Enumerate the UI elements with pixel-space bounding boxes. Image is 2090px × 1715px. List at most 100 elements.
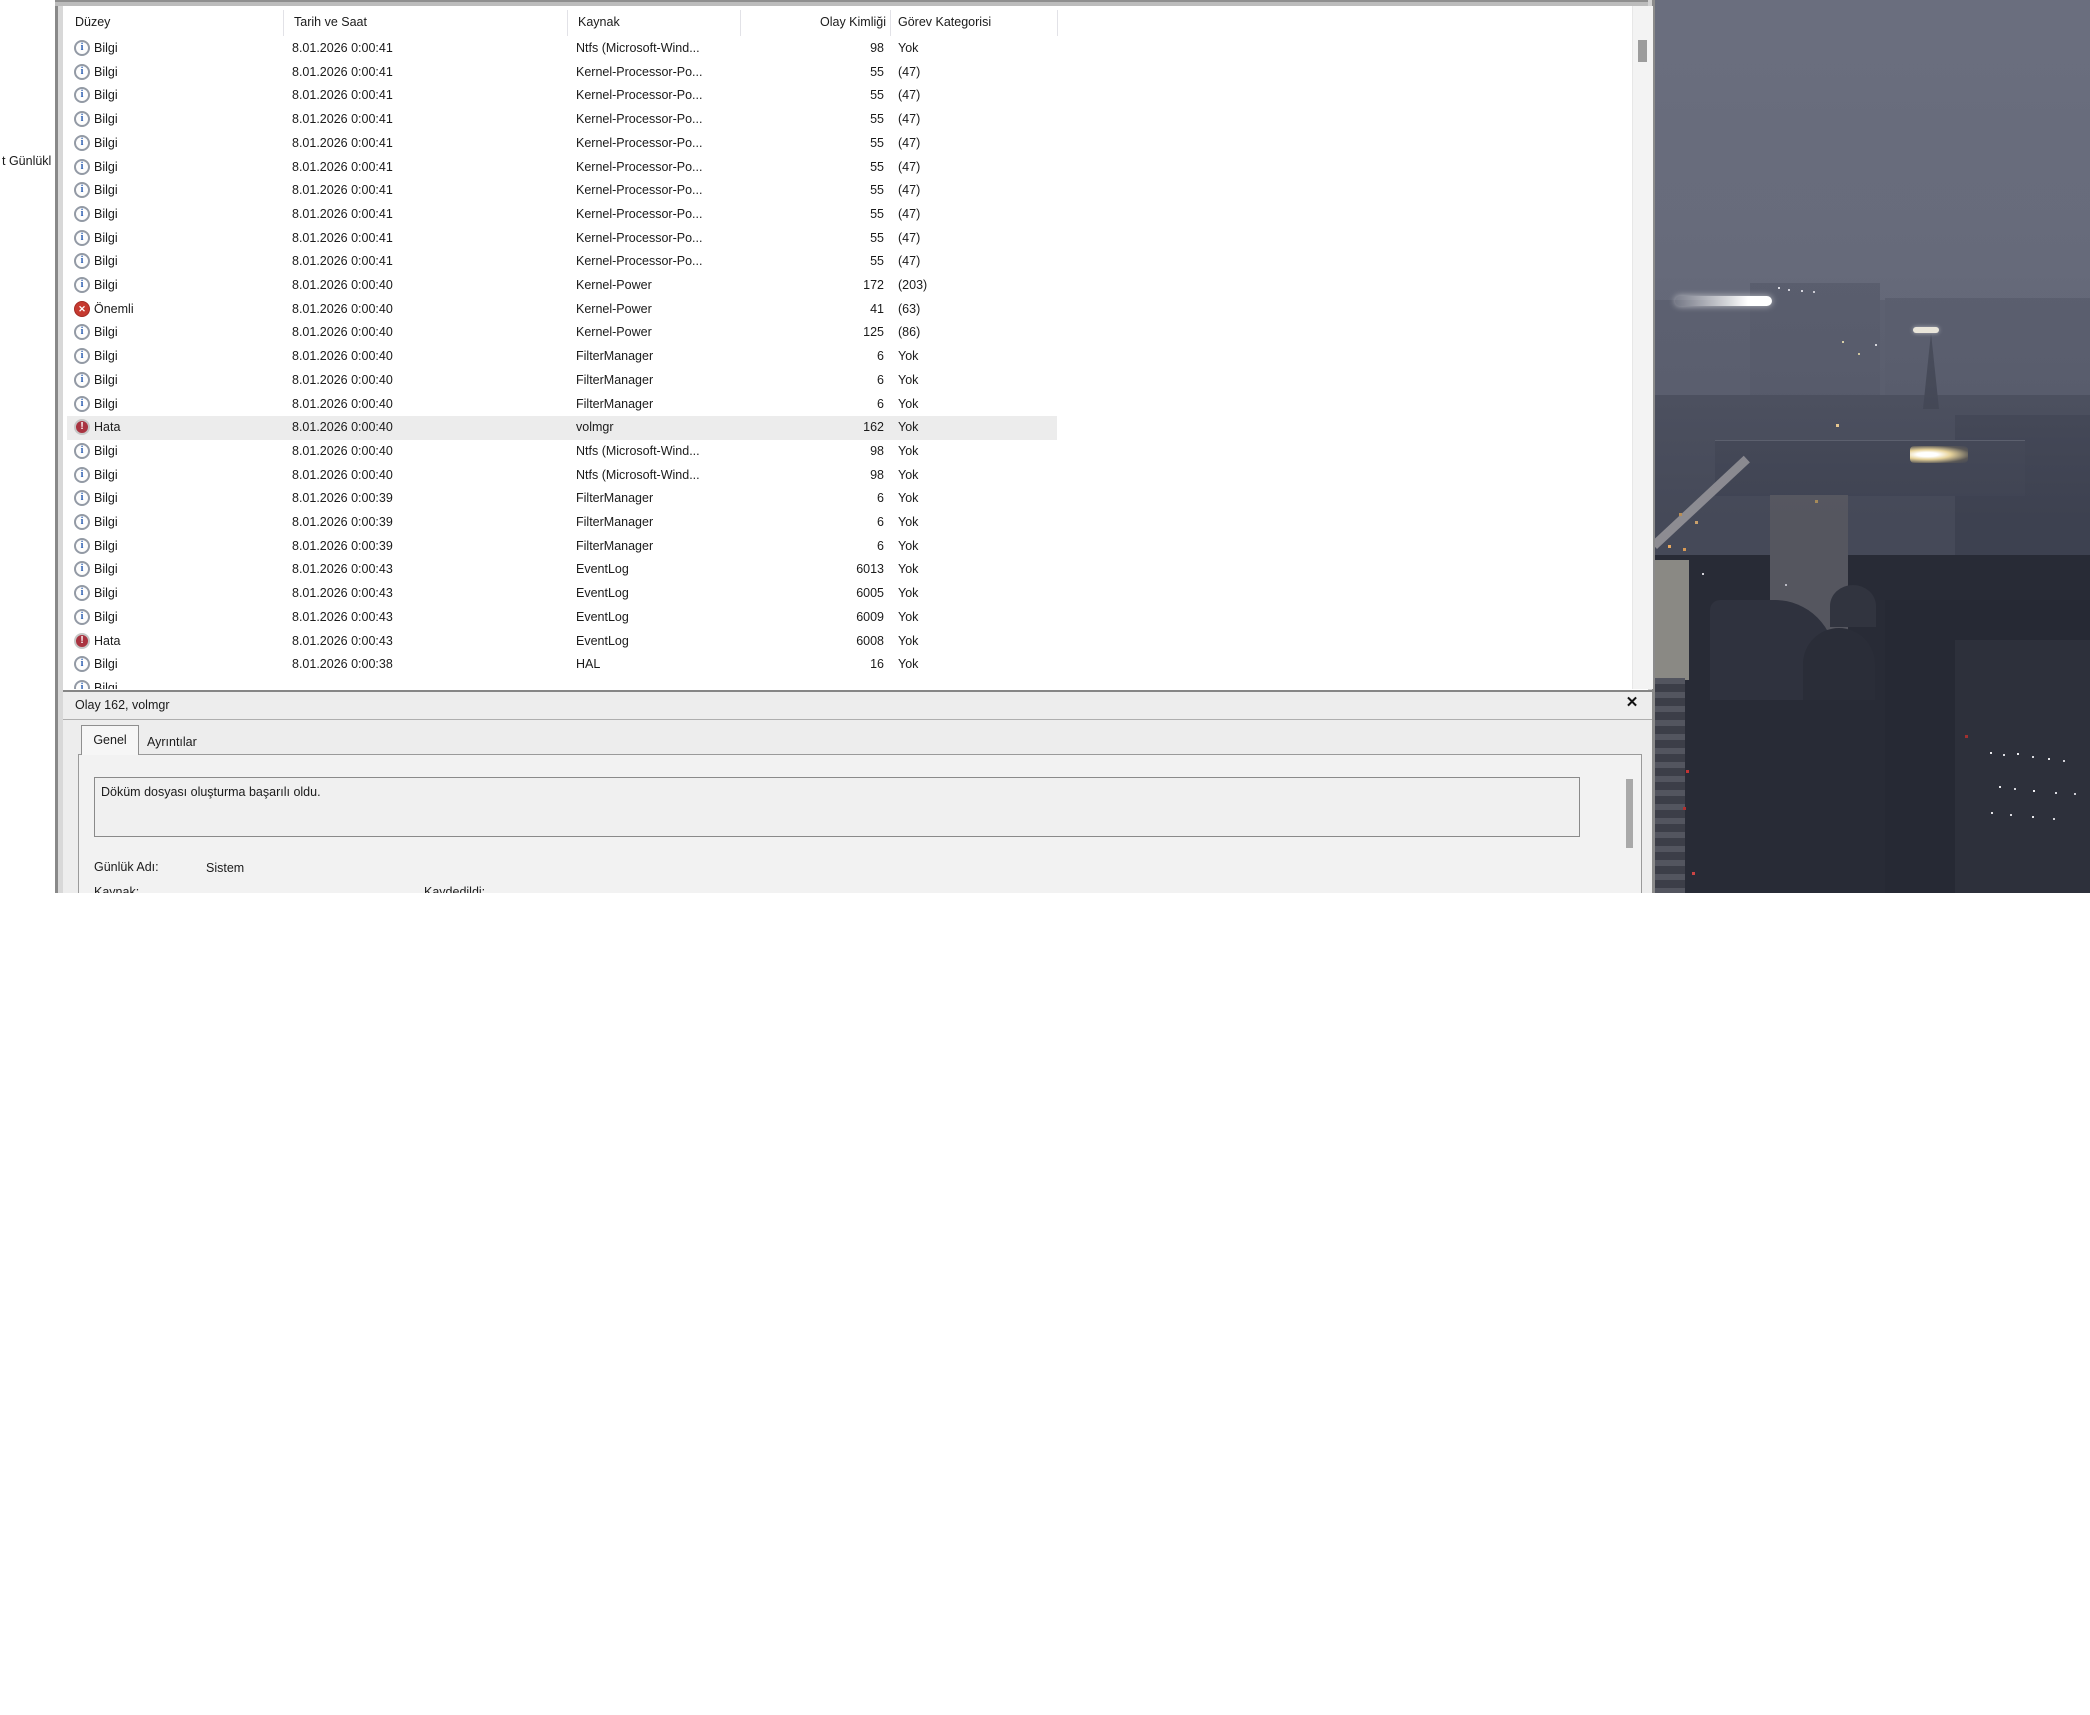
console-tree-fragment[interactable]: t Günlükl	[2, 154, 51, 168]
table-row[interactable]: i Bilgi 8.01.2026 0:00:41 Kernel-Processor-…	[63, 61, 1057, 85]
cell-date: 8.01.2026 0:00:41	[292, 88, 393, 103]
cell-cat: (47)	[898, 230, 921, 245]
cell-source: FilterManager	[576, 372, 654, 387]
cell-cat: (63)	[898, 301, 921, 316]
table-row[interactable]: i Bilgi	[63, 677, 1057, 689]
cell-id: 6013	[856, 562, 884, 577]
pane-scrollbar-thumb[interactable]	[1626, 779, 1633, 848]
event-preview-pane: Olay 162, volmgr ✕ Genel Ayrıntılar Dökü…	[63, 690, 1652, 893]
info-icon: i	[74, 253, 90, 270]
column-divider[interactable]	[567, 10, 568, 36]
table-row[interactable]: i Bilgi 8.01.2026 0:00:41 Kernel-Processor-…	[63, 203, 1057, 227]
table-row[interactable]: i Bilgi 8.01.2026 0:00:39 FilterManager 6 Yok	[63, 511, 1057, 535]
table-row[interactable]: i Bilgi 8.01.2026 0:00:40 Ntfs (Microsoft-W…	[63, 440, 1057, 464]
cell-level: Bilgi	[94, 491, 118, 506]
table-row[interactable]: i Bilgi 8.01.2026 0:00:41 Kernel-Processor-…	[63, 132, 1057, 156]
table-row[interactable]: i Bilgi 8.01.2026 0:00:40 Kernel-Power 125 (8…	[63, 321, 1057, 345]
field-value-log-name: Sistem	[206, 861, 245, 875]
tab-general[interactable]: Genel	[81, 725, 139, 755]
column-header-source[interactable]: Kaynak	[578, 15, 620, 30]
cell-cat: Yok	[898, 538, 919, 553]
cell-source: Kernel-Processor-Po...	[576, 183, 703, 198]
info-icon: i	[74, 87, 90, 104]
cell-level: Bilgi	[94, 372, 118, 387]
column-header-event-id[interactable]: Olay Kimliği	[703, 15, 886, 30]
table-row[interactable]: i Bilgi 8.01.2026 0:00:41 Ntfs (Microsoft-W…	[63, 37, 1057, 61]
table-row[interactable]: i Bilgi 8.01.2026 0:00:40 Kernel-Power 172 (2…	[63, 274, 1057, 298]
cell-cat: (203)	[898, 278, 928, 292]
column-header-date[interactable]: Tarih ve Saat	[294, 15, 367, 30]
cell-date: 8.01.2026 0:00:43	[292, 586, 393, 601]
cell-source: HAL	[576, 657, 601, 672]
table-row[interactable]: i Bilgi 8.01.2026 0:00:43 EventLog 6005 Yok	[63, 582, 1057, 606]
cell-date: 8.01.2026 0:00:43	[292, 562, 393, 577]
table-row[interactable]: i Bilgi 8.01.2026 0:00:40 Ntfs (Microsoft-W…	[63, 464, 1057, 488]
column-divider[interactable]	[1057, 10, 1058, 36]
column-divider[interactable]	[283, 10, 284, 36]
table-row[interactable]: i Bilgi 8.01.2026 0:00:41 Kernel-Processor-…	[63, 108, 1057, 132]
column-divider[interactable]	[890, 10, 891, 36]
field-label-logged-clipped: Kaydedildi:	[424, 885, 486, 893]
cell-id: 55	[870, 254, 884, 269]
cell-id: 98	[870, 443, 884, 458]
cell-level: Bilgi	[94, 183, 118, 198]
info-icon: i	[74, 134, 90, 151]
table-row[interactable]: ✕ Önemli 8.01.2026 0:00:40 Kernel-Power 41 (6…	[63, 298, 1057, 322]
table-row[interactable]: i Bilgi 8.01.2026 0:00:41 Kernel-Processor-…	[63, 179, 1057, 203]
column-divider[interactable]	[740, 10, 741, 36]
cell-id: 6	[877, 372, 884, 387]
table-row[interactable]: i Bilgi 8.01.2026 0:00:41 Kernel-Processor-…	[63, 250, 1057, 274]
table-row[interactable]: i Bilgi 8.01.2026 0:00:41 Kernel-Processor-…	[63, 227, 1057, 251]
table-row[interactable]: i Bilgi 8.01.2026 0:00:40 FilterManager 6 Yok	[63, 369, 1057, 393]
info-icon: i	[74, 348, 90, 365]
table-row[interactable]: i Bilgi 8.01.2026 0:00:43 EventLog 6009 Yok	[63, 606, 1057, 630]
tab-details[interactable]: Ayrıntılar	[147, 735, 197, 749]
table-row[interactable]: i Bilgi 8.01.2026 0:00:38 HAL 16 Yok	[63, 653, 1057, 677]
event-description-box[interactable]: Döküm dosyası oluşturma başarılı oldu.	[94, 777, 1580, 837]
column-header-task-category[interactable]: Görev Kategorisi	[898, 15, 991, 30]
cell-id: 98	[870, 41, 884, 55]
event-list-scrollbar[interactable]	[1632, 6, 1653, 689]
table-row[interactable]: ! Hata 8.01.2026 0:00:40 volmgr 162 Yok	[63, 416, 1057, 440]
cell-level: Bilgi	[94, 396, 118, 411]
info-icon: i	[74, 182, 90, 199]
cell-source: Kernel-Processor-Po...	[576, 159, 703, 174]
cell-date: 8.01.2026 0:00:41	[292, 254, 393, 269]
close-icon[interactable]: ✕	[1621, 693, 1643, 713]
wallpaper-warm-lights	[1655, 0, 1658, 3]
table-row[interactable]: i Bilgi 8.01.2026 0:00:41 Kernel-Processor-…	[63, 156, 1057, 180]
info-icon: i	[74, 490, 90, 507]
preview-pane-title: Olay 162, volmgr	[75, 698, 170, 712]
cell-level: Bilgi	[94, 230, 118, 245]
table-row[interactable]: i Bilgi 8.01.2026 0:00:40 FilterManager 6 Yok	[63, 345, 1057, 369]
table-row[interactable]: i Bilgi 8.01.2026 0:00:39 FilterManager 6 Yok	[63, 535, 1057, 559]
cell-id: 172	[863, 278, 884, 292]
cell-cat: Yok	[898, 349, 919, 364]
cell-date: 8.01.2026 0:00:41	[292, 112, 393, 127]
cell-level: Hata	[94, 420, 121, 435]
cell-date: 8.01.2026 0:00:41	[292, 206, 393, 221]
event-list-scrollbar-thumb[interactable]	[1638, 40, 1647, 62]
table-row[interactable]: i Bilgi 8.01.2026 0:00:43 EventLog 6013 Yok	[63, 558, 1057, 582]
cell-cat: Yok	[898, 41, 919, 55]
cell-level: Bilgi	[94, 88, 118, 103]
table-row[interactable]: ! Hata 8.01.2026 0:00:43 EventLog 6008 Yok	[63, 630, 1057, 654]
cell-date: 8.01.2026 0:00:43	[292, 633, 393, 648]
table-row[interactable]: i Bilgi 8.01.2026 0:00:41 Kernel-Processor-…	[63, 84, 1057, 108]
cell-id: 6005	[856, 586, 884, 601]
cell-level: Bilgi	[94, 135, 118, 150]
table-row[interactable]: i Bilgi 8.01.2026 0:00:39 FilterManager 6 Yok	[63, 487, 1057, 511]
column-header-level[interactable]: Düzey	[75, 15, 110, 30]
table-row[interactable]: i Bilgi 8.01.2026 0:00:40 FilterManager 6 Yok	[63, 393, 1057, 417]
cell-id: 16	[870, 657, 884, 672]
cell-id: 55	[870, 183, 884, 198]
cell-cat: (86)	[898, 325, 921, 340]
cell-source: Ntfs (Microsoft-Wind...	[576, 443, 700, 458]
cell-source: Kernel-Processor-Po...	[576, 112, 703, 127]
cell-source: FilterManager	[576, 396, 654, 411]
field-label-log-name: Günlük Adı:	[94, 860, 159, 874]
cell-source: Ntfs (Microsoft-Wind...	[576, 41, 700, 55]
general-tab-content: Döküm dosyası oluşturma başarılı oldu. G…	[78, 754, 1642, 893]
cell-id: 6	[877, 515, 884, 529]
cell-source: Kernel-Processor-Po...	[576, 88, 703, 103]
